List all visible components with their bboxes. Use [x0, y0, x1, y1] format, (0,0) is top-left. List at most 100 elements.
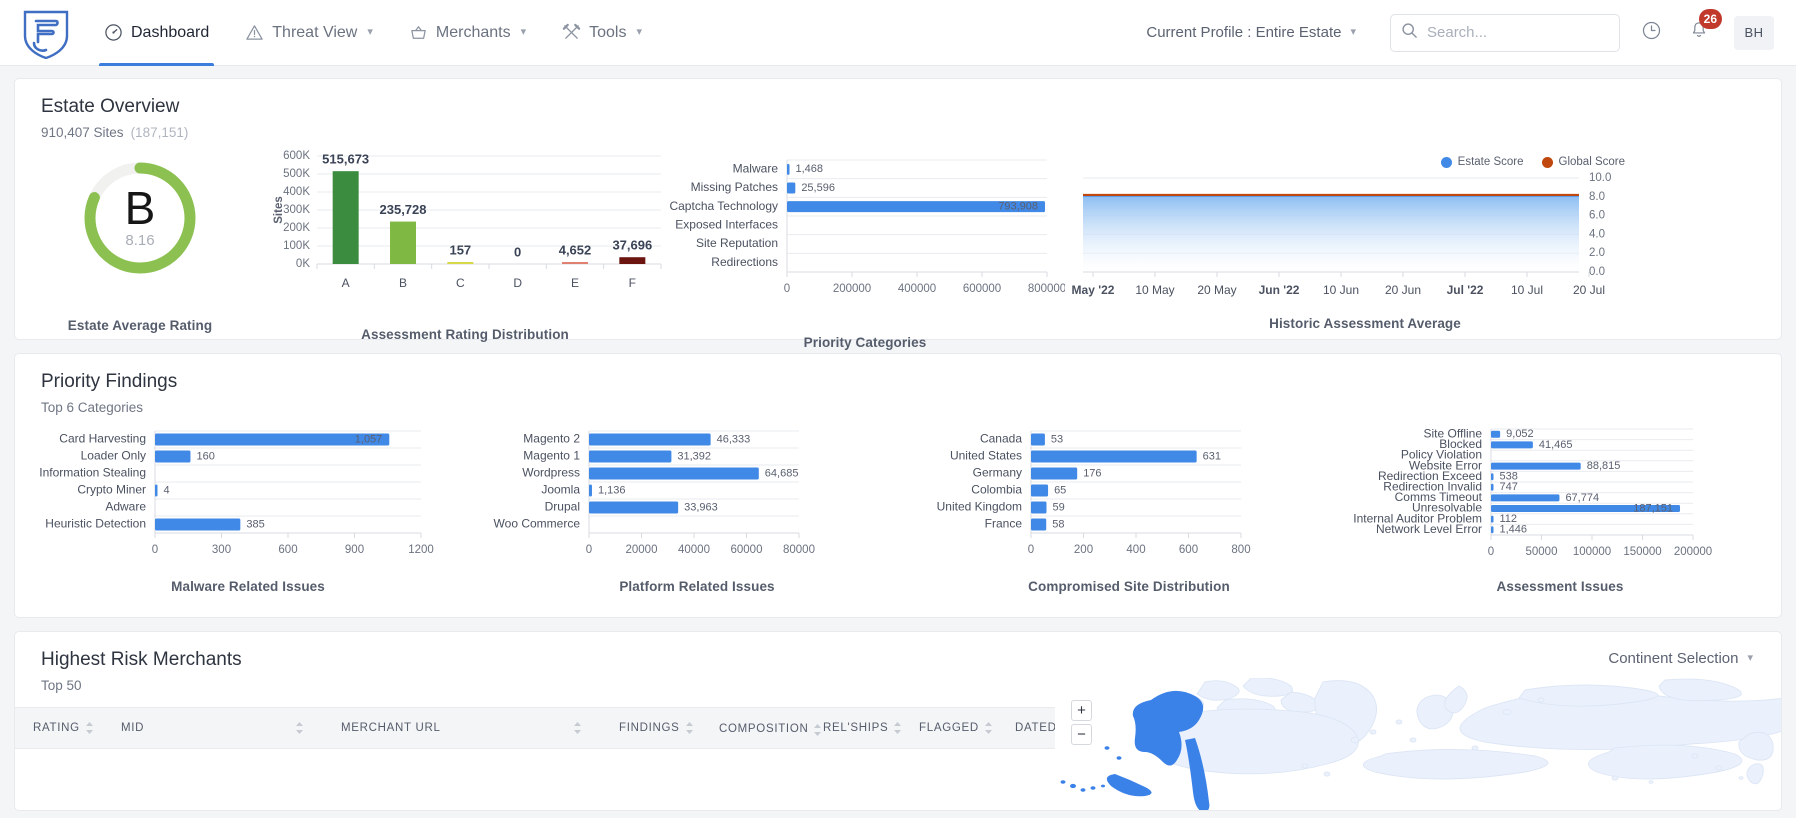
legend-dot-global-score — [1542, 157, 1553, 168]
col-merchant-url-label: MERCHANT URL — [341, 722, 441, 734]
svg-text:600: 600 — [1179, 544, 1198, 556]
assessment-rating-distribution-chart[interactable]: 0K100K200K300K400K500K600KSites515,673A2… — [265, 144, 665, 342]
col-relships-label: REL'SHIPS — [823, 722, 888, 734]
nav-label-threat-view: Threat View — [272, 24, 357, 42]
rating-gauge-value: B 8.16 — [80, 158, 200, 278]
clock-icon — [1641, 20, 1662, 46]
history-button[interactable] — [1634, 16, 1668, 50]
svg-text:10 Jul: 10 Jul — [1511, 283, 1543, 297]
assessment-issues-chart[interactable]: 050000100000150000200000Site Offline9,05… — [1345, 427, 1775, 594]
avatar[interactable]: BH — [1734, 16, 1774, 50]
svg-text:4: 4 — [164, 484, 170, 496]
svg-text:500K: 500K — [283, 168, 310, 180]
sort-icon[interactable] — [984, 721, 993, 735]
nav-item-threat-view[interactable]: Threat View ▾ — [227, 0, 391, 66]
svg-text:C: C — [456, 276, 465, 290]
world-map[interactable]: + − — [1055, 678, 1781, 810]
historic-legend: Estate Score Global Score — [1065, 156, 1665, 168]
svg-text:Heuristic Detection: Heuristic Detection — [45, 517, 146, 531]
svg-text:8.0: 8.0 — [1589, 191, 1605, 203]
notifications-button[interactable]: 26 — [1682, 16, 1716, 50]
col-composition[interactable]: COMPOSITION — [701, 720, 805, 737]
nav-item-dashboard[interactable]: Dashboard — [86, 0, 227, 66]
continent-selection-dropdown[interactable]: Continent Selection ▾ — [1608, 650, 1753, 667]
rating-score: 8.16 — [125, 232, 154, 249]
continent-selection-label: Continent Selection — [1608, 650, 1738, 667]
chevron-down-icon: ▾ — [521, 27, 527, 38]
col-composition-label: COMPOSITION — [719, 723, 808, 736]
svg-text:31,392: 31,392 — [677, 450, 711, 462]
svg-text:235,728: 235,728 — [380, 202, 427, 217]
svg-text:67,774: 67,774 — [1565, 492, 1599, 504]
svg-text:9,052: 9,052 — [1506, 428, 1534, 440]
svg-text:40000: 40000 — [678, 544, 710, 556]
sort-mid[interactable] — [295, 721, 323, 735]
legend-item-global-score[interactable]: Global Score — [1542, 156, 1625, 168]
svg-text:60000: 60000 — [731, 544, 763, 556]
svg-text:53: 53 — [1051, 433, 1063, 445]
search-input[interactable] — [1427, 24, 1609, 41]
historic-assessment-average-chart[interactable]: Estate Score Global Score 0.02.04.06.08.… — [1065, 144, 1665, 331]
svg-text:600: 600 — [278, 544, 297, 556]
priority-categories-chart[interactable]: 0200000400000600000800000Malware1,468Mis… — [665, 144, 1065, 350]
svg-text:900: 900 — [345, 544, 364, 556]
col-mid-label: MID — [121, 722, 144, 734]
svg-text:200000: 200000 — [1674, 546, 1712, 558]
assessment-issues-caption: Assessment Issues — [1345, 579, 1775, 594]
malware-related-issues-chart[interactable]: 03006009001200Card Harvesting1,057Loader… — [15, 427, 481, 594]
svg-text:France: France — [985, 517, 1023, 531]
svg-text:A: A — [342, 276, 350, 290]
historic-assessment-average-caption: Historic Assessment Average — [1065, 316, 1665, 331]
svg-text:Colombia: Colombia — [971, 483, 1022, 497]
compromised-site-distribution-chart[interactable]: 0200400600800Canada53United States631Ger… — [913, 427, 1345, 594]
col-flagged[interactable]: FLAGGED — [901, 721, 997, 735]
nav-item-tools[interactable]: Tools ▾ — [544, 0, 660, 66]
svg-text:88,815: 88,815 — [1587, 460, 1621, 472]
svg-text:Drupal: Drupal — [545, 500, 580, 514]
col-dated-label: DATED — [1015, 722, 1057, 734]
sort-merchant-url[interactable] — [573, 721, 601, 735]
svg-text:80000: 80000 — [783, 544, 815, 556]
svg-text:385: 385 — [246, 518, 264, 530]
svg-text:10 Jun: 10 Jun — [1323, 283, 1359, 297]
app-logo[interactable] — [20, 7, 72, 59]
map-zoom-in-button[interactable]: + — [1071, 700, 1092, 721]
svg-text:59: 59 — [1052, 501, 1064, 513]
sort-icon[interactable] — [85, 721, 94, 735]
svg-text:600K: 600K — [283, 150, 310, 162]
platform-related-issues-chart[interactable]: 020000400006000080000Magento 246,333Mage… — [481, 427, 913, 594]
col-relships[interactable]: REL'SHIPS — [805, 721, 901, 735]
svg-text:631: 631 — [1203, 450, 1221, 462]
legend-item-estate-score[interactable]: Estate Score — [1441, 156, 1524, 168]
svg-text:800000: 800000 — [1028, 283, 1065, 295]
merchants-table: RATING MID MERCHANT URL FINDINGS — [15, 707, 1197, 749]
profile-selector[interactable]: Current Profile : Entire Estate ▾ — [1136, 18, 1366, 47]
search-box[interactable] — [1390, 14, 1620, 52]
col-mid[interactable]: MID — [103, 722, 295, 734]
nav-label-dashboard: Dashboard — [131, 24, 209, 42]
sort-icon[interactable] — [295, 721, 304, 735]
profile-selector-label: Current Profile : Entire Estate — [1146, 24, 1341, 41]
svg-text:100000: 100000 — [1573, 546, 1611, 558]
col-merchant-url[interactable]: MERCHANT URL — [323, 722, 573, 734]
nav-item-merchants[interactable]: Merchants ▾ — [391, 0, 544, 66]
map-zoom-out-button[interactable]: − — [1071, 724, 1092, 745]
svg-text:747: 747 — [1500, 481, 1518, 493]
svg-text:Canada: Canada — [980, 432, 1022, 446]
svg-text:200K: 200K — [283, 222, 310, 234]
sort-icon[interactable] — [573, 721, 582, 735]
svg-text:20000: 20000 — [626, 544, 658, 556]
svg-text:20 Jul: 20 Jul — [1573, 283, 1605, 297]
svg-text:1,446: 1,446 — [1500, 524, 1528, 536]
svg-text:Captcha Technology: Captcha Technology — [669, 199, 778, 213]
warning-triangle-icon — [245, 23, 264, 42]
svg-text:65: 65 — [1054, 484, 1066, 496]
svg-text:D: D — [513, 276, 522, 290]
svg-text:160: 160 — [196, 450, 214, 462]
col-findings[interactable]: FINDINGS — [601, 721, 701, 735]
col-rating[interactable]: RATING — [15, 721, 103, 735]
sort-icon[interactable] — [685, 721, 694, 735]
merchants-table-header: RATING MID MERCHANT URL FINDINGS — [15, 707, 1197, 749]
basket-icon — [409, 23, 428, 42]
svg-text:0: 0 — [514, 244, 521, 259]
